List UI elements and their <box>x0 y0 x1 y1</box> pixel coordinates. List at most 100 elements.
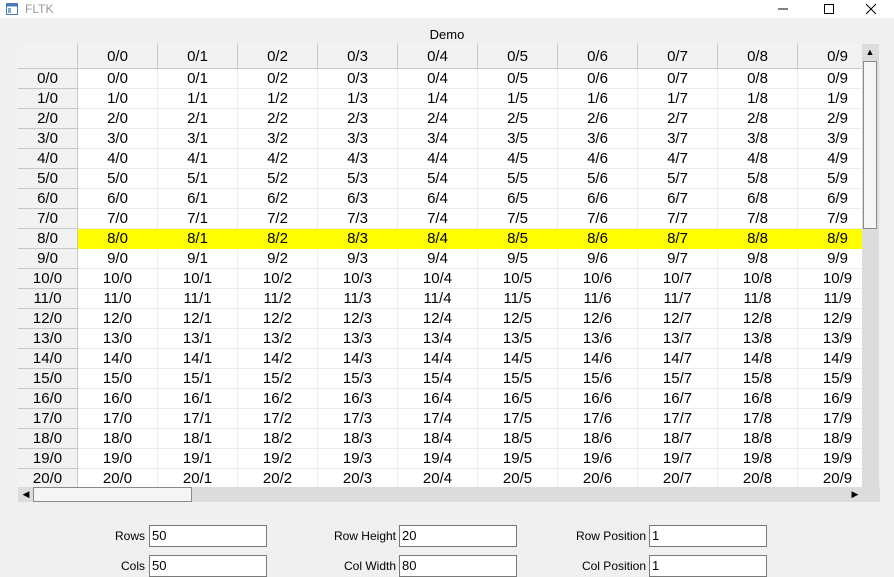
table-cell[interactable]: 9/5 <box>478 249 558 269</box>
table-cell[interactable]: 4/8 <box>718 149 798 169</box>
table-cell[interactable]: 9/0 <box>78 249 158 269</box>
table-cell[interactable]: 2/1 <box>158 109 238 129</box>
table-cell[interactable]: 6/3 <box>318 189 398 209</box>
table-cell[interactable]: 4/4 <box>398 149 478 169</box>
table-cell[interactable]: 9/8 <box>718 249 798 269</box>
table-cell[interactable]: 15/3 <box>318 369 398 389</box>
table-cell[interactable]: 12/7 <box>638 309 718 329</box>
table-cell[interactable]: 4/1 <box>158 149 238 169</box>
table-cell[interactable]: 19/2 <box>238 449 318 469</box>
table-cell[interactable]: 19/7 <box>638 449 718 469</box>
table-cell[interactable]: 13/4 <box>398 329 478 349</box>
table-cell[interactable]: 1/2 <box>238 89 318 109</box>
table-cell[interactable]: 12/6 <box>558 309 638 329</box>
row-position-input[interactable]: 1 <box>649 525 767 547</box>
table-cell[interactable]: 0/4 <box>398 69 478 89</box>
table-cell[interactable]: 7/6 <box>558 209 638 229</box>
table-cell[interactable]: 11/8 <box>718 289 798 309</box>
table-cell[interactable]: 10/5 <box>478 269 558 289</box>
table-cell[interactable]: 9/2 <box>238 249 318 269</box>
table-cell[interactable]: 17/3 <box>318 409 398 429</box>
table-cell[interactable]: 11/6 <box>558 289 638 309</box>
table-cell[interactable]: 3/4 <box>398 129 478 149</box>
table-cell[interactable]: 3/7 <box>638 129 718 149</box>
vertical-scrollbar[interactable]: ▲ <box>862 44 879 489</box>
column-header[interactable]: 0/5 <box>478 44 558 69</box>
table-cell[interactable]: 17/9 <box>798 409 863 429</box>
table-cell[interactable]: 6/0 <box>78 189 158 209</box>
table-cell[interactable]: 3/6 <box>558 129 638 149</box>
table-cell[interactable]: 3/9 <box>798 129 863 149</box>
table-cell[interactable]: 20/7 <box>638 469 718 489</box>
table-cell[interactable]: 18/0 <box>78 429 158 449</box>
table-cell[interactable]: 1/7 <box>638 89 718 109</box>
column-header[interactable]: 0/1 <box>158 44 238 69</box>
table-cell[interactable]: 8/0 <box>78 229 158 249</box>
table-cell[interactable]: 5/1 <box>158 169 238 189</box>
table-cell[interactable]: 2/5 <box>478 109 558 129</box>
table-cell[interactable]: 13/8 <box>718 329 798 349</box>
table-cell[interactable]: 12/2 <box>238 309 318 329</box>
table-cell[interactable]: 12/8 <box>718 309 798 329</box>
table-cell[interactable]: 15/1 <box>158 369 238 389</box>
table-cell[interactable]: 14/6 <box>558 349 638 369</box>
table-cell[interactable]: 7/5 <box>478 209 558 229</box>
row-header[interactable]: 4/0 <box>18 149 78 169</box>
table-cell[interactable]: 10/0 <box>78 269 158 289</box>
table-cell[interactable]: 4/9 <box>798 149 863 169</box>
row-height-input[interactable]: 20 <box>399 525 517 547</box>
table-cell[interactable]: 20/5 <box>478 469 558 489</box>
column-header[interactable]: 0/0 <box>78 44 158 69</box>
table-cell[interactable]: 15/0 <box>78 369 158 389</box>
table-cell[interactable]: 6/5 <box>478 189 558 209</box>
table-cell[interactable]: 11/2 <box>238 289 318 309</box>
horizontal-scrollbar[interactable]: ◀ ▶ <box>18 487 880 502</box>
table-cell[interactable]: 5/0 <box>78 169 158 189</box>
table-cell[interactable]: 8/5 <box>478 229 558 249</box>
table-cell[interactable]: 12/3 <box>318 309 398 329</box>
table-cell[interactable]: 4/7 <box>638 149 718 169</box>
table-cell[interactable]: 5/2 <box>238 169 318 189</box>
table-cell[interactable]: 16/1 <box>158 389 238 409</box>
table-cell[interactable]: 19/6 <box>558 449 638 469</box>
minimize-button[interactable] <box>760 0 806 18</box>
row-header[interactable]: 15/0 <box>18 369 78 389</box>
table-cell[interactable]: 18/2 <box>238 429 318 449</box>
table-cell[interactable]: 15/8 <box>718 369 798 389</box>
scroll-up-arrow-icon[interactable]: ▲ <box>862 44 878 60</box>
table-cell[interactable]: 4/0 <box>78 149 158 169</box>
table-cell[interactable]: 15/2 <box>238 369 318 389</box>
table-cell[interactable]: 1/5 <box>478 89 558 109</box>
table-cell[interactable]: 1/8 <box>718 89 798 109</box>
table-cell[interactable]: 7/7 <box>638 209 718 229</box>
table-cell[interactable]: 4/5 <box>478 149 558 169</box>
table-cell[interactable]: 16/3 <box>318 389 398 409</box>
table-cell[interactable]: 20/9 <box>798 469 863 489</box>
table-cell[interactable]: 5/6 <box>558 169 638 189</box>
table-cell[interactable]: 2/0 <box>78 109 158 129</box>
row-header[interactable]: 8/0 <box>18 229 78 249</box>
table-cell[interactable]: 0/3 <box>318 69 398 89</box>
table-cell[interactable]: 2/8 <box>718 109 798 129</box>
table-cell[interactable]: 1/6 <box>558 89 638 109</box>
table-cell[interactable]: 15/9 <box>798 369 863 389</box>
table-cell[interactable]: 9/7 <box>638 249 718 269</box>
table-cell[interactable]: 7/8 <box>718 209 798 229</box>
table-cell[interactable]: 2/3 <box>318 109 398 129</box>
table-cell[interactable]: 7/3 <box>318 209 398 229</box>
row-header[interactable]: 10/0 <box>18 269 78 289</box>
table-cell[interactable]: 10/2 <box>238 269 318 289</box>
row-header[interactable]: 2/0 <box>18 109 78 129</box>
table-cell[interactable]: 7/0 <box>78 209 158 229</box>
table-cell[interactable]: 0/6 <box>558 69 638 89</box>
table-cell[interactable]: 17/0 <box>78 409 158 429</box>
table-cell[interactable]: 20/6 <box>558 469 638 489</box>
table-cell[interactable]: 17/4 <box>398 409 478 429</box>
table-cell[interactable]: 8/6 <box>558 229 638 249</box>
column-header[interactable]: 0/9 <box>798 44 863 69</box>
col-width-input[interactable]: 80 <box>399 555 517 577</box>
table-cell[interactable]: 2/7 <box>638 109 718 129</box>
table-cell[interactable]: 12/0 <box>78 309 158 329</box>
table-cell[interactable]: 14/9 <box>798 349 863 369</box>
table-cell[interactable]: 17/2 <box>238 409 318 429</box>
